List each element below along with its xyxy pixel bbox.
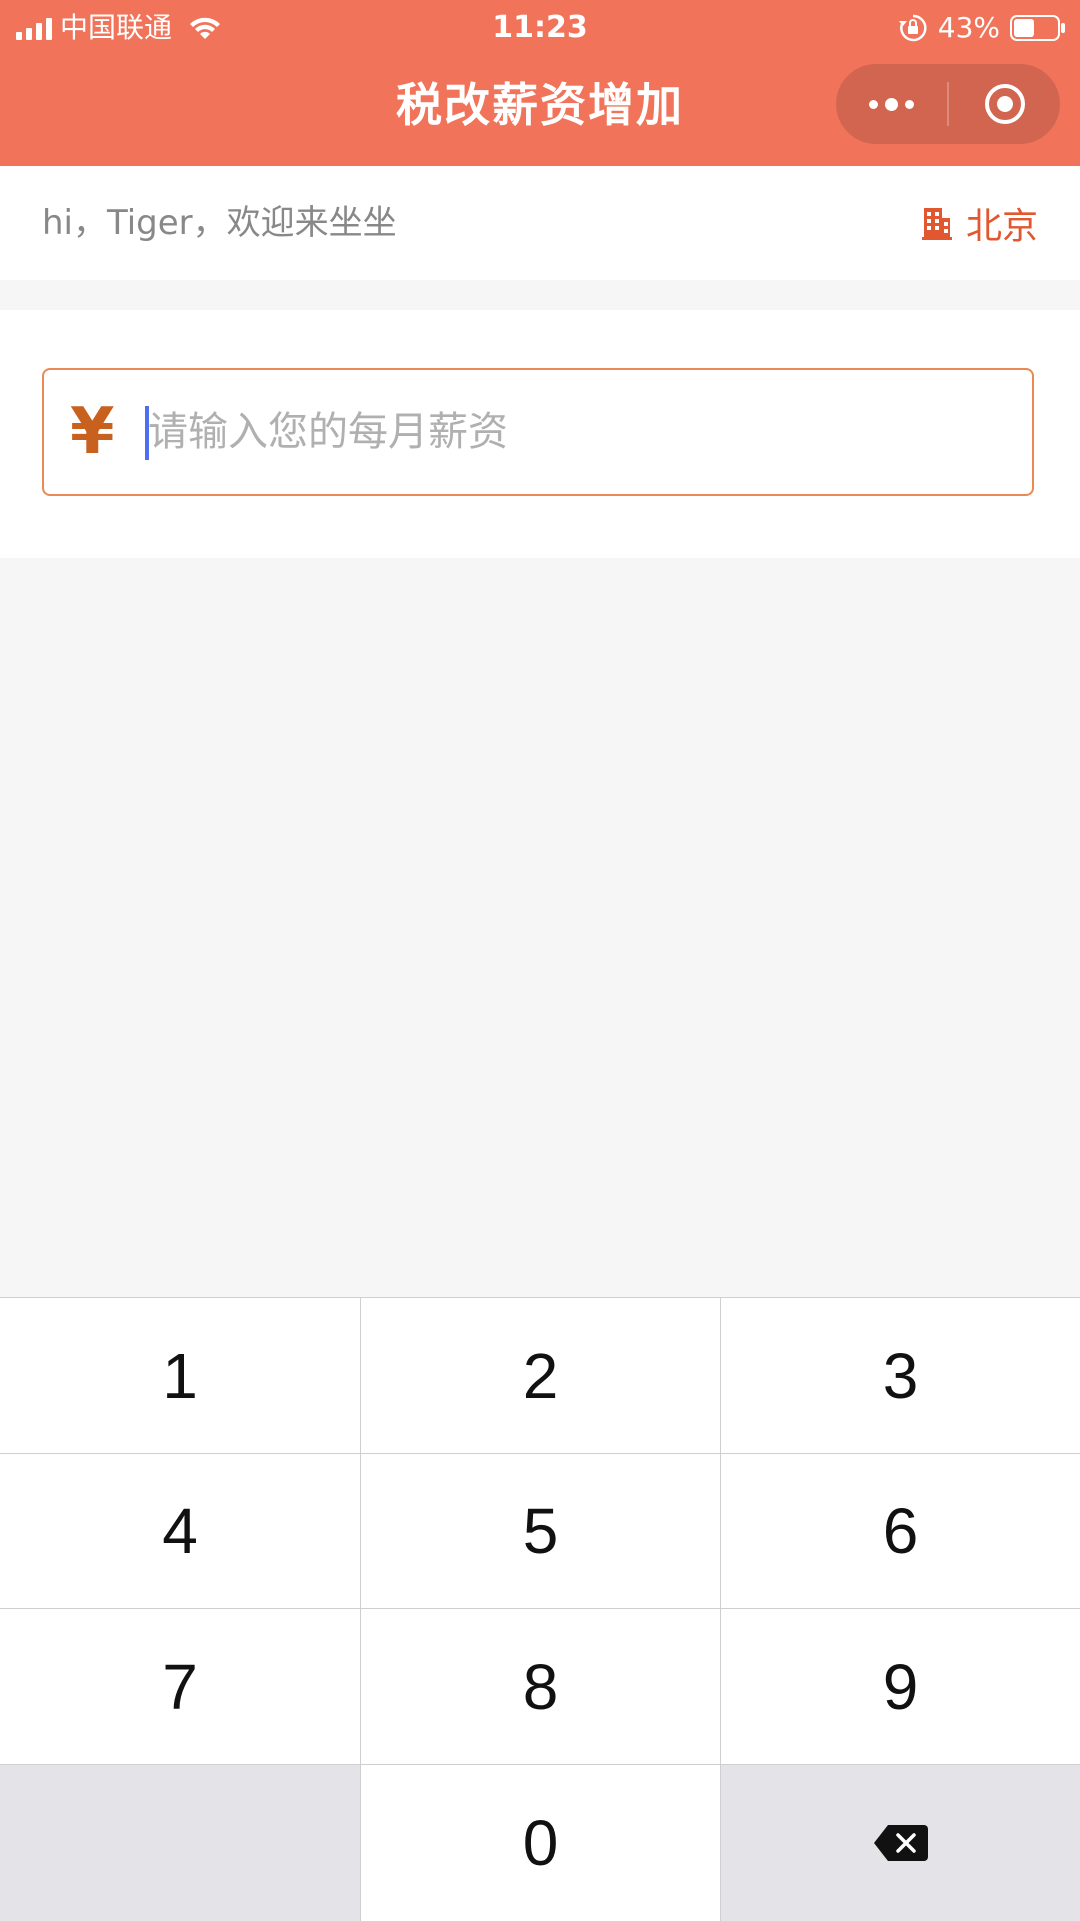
greeting-text: hi，Tiger，欢迎来坐坐 [42, 203, 397, 243]
input-card: ¥ 请输入您的每月薪资 [0, 310, 1080, 558]
mini-program-capsule [836, 64, 1060, 144]
key-7[interactable]: 7 [0, 1609, 361, 1765]
salary-input-placeholder: 请输入您的每月薪资 [148, 409, 508, 455]
status-bar: 中国联通 11:23 43% [0, 0, 1080, 54]
key-blank [0, 1765, 361, 1921]
greeting-bar: hi，Tiger，欢迎来坐坐 北京 [0, 166, 1080, 280]
key-2[interactable]: 2 [361, 1298, 721, 1454]
more-button[interactable] [836, 64, 947, 144]
target-close-icon [984, 84, 1025, 124]
yen-icon: ¥ [70, 395, 115, 469]
backspace-icon [873, 1825, 928, 1861]
key-1[interactable]: 1 [0, 1298, 361, 1454]
key-3[interactable]: 3 [721, 1298, 1080, 1454]
city-selector[interactable]: 北京 [921, 166, 1038, 280]
key-6[interactable]: 6 [721, 1454, 1080, 1609]
key-9[interactable]: 9 [721, 1609, 1080, 1765]
key-5[interactable]: 5 [361, 1454, 721, 1609]
battery-icon [1010, 15, 1065, 41]
numeric-keypad: 1 2 3 4 5 6 7 8 9 0 [0, 1297, 1080, 1921]
delete-key[interactable] [721, 1765, 1080, 1921]
close-button[interactable] [949, 64, 1060, 144]
battery-percent: 43% [937, 11, 1000, 44]
key-8[interactable]: 8 [361, 1609, 721, 1765]
more-dots-icon [869, 97, 914, 111]
header: 中国联通 11:23 43% 税改薪资增加 [0, 0, 1080, 166]
key-0[interactable]: 0 [361, 1765, 721, 1921]
building-icon [921, 208, 952, 240]
salary-input[interactable]: ¥ 请输入您的每月薪资 [42, 368, 1034, 496]
rotation-lock-icon [898, 14, 927, 42]
status-right: 43% [898, 8, 1066, 48]
key-4[interactable]: 4 [0, 1454, 361, 1609]
city-label: 北京 [965, 206, 1038, 247]
